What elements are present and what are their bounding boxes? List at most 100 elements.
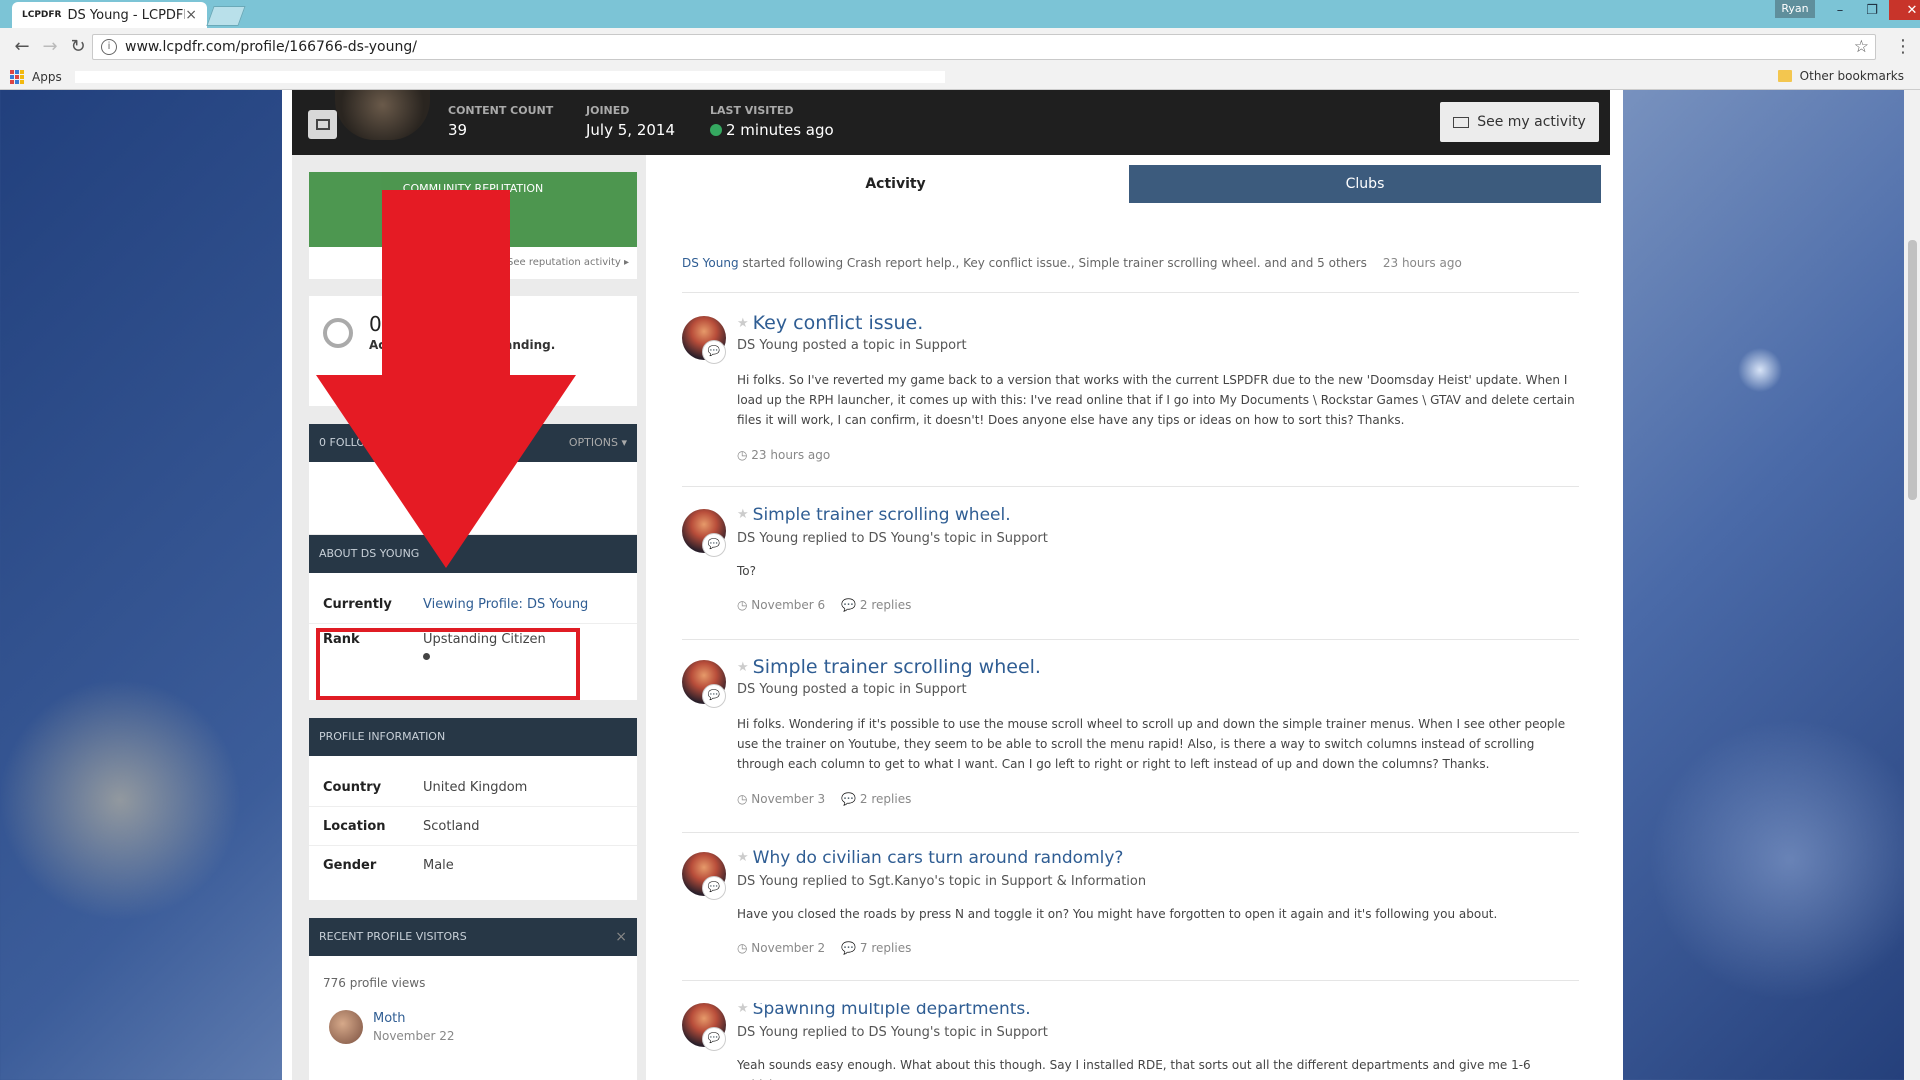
entry-meta: DS Young replied to Sgt.Kanyo's topic in… <box>737 874 1147 889</box>
back-arrow-icon[interactable]: ← <box>8 36 36 57</box>
entry-meta: DS Young replied to DS Young's topic in … <box>737 1025 1048 1040</box>
url-text: www.lcpdfr.com/profile/166766-ds-young/ <box>125 39 417 55</box>
followers-options-button[interactable]: OPTIONS ▾ <box>569 424 627 462</box>
divider <box>682 486 1579 487</box>
last-visited-value: 2 minutes ago <box>710 121 834 139</box>
recent-visitors-title: RECENT PROFILE VISITORS <box>319 930 467 943</box>
content-count-value: 39 <box>448 121 468 139</box>
browser-titlebar: LCPDFR DS Young - LCPDFR.com × Ryan – ❐ … <box>0 0 1920 28</box>
summary-user-link[interactable]: DS Young <box>682 256 739 270</box>
entry-body: Hi folks. Wondering if it's possible to … <box>737 717 1566 771</box>
browser-menu-icon[interactable]: ⋮ <box>1894 36 1912 57</box>
entry-date: ◷ November 6 <box>737 598 826 612</box>
window-controls: – ❐ ✕ <box>1825 0 1920 20</box>
recent-visitors-box: RECENT PROFILE VISITORS × 776 profile vi… <box>309 918 637 1080</box>
minimize-icon[interactable]: – <box>1825 0 1855 20</box>
profile-key: Country <box>323 779 382 795</box>
close-icon[interactable]: × <box>615 918 627 956</box>
entry-title[interactable]: ★ Spawning multiple departments. <box>737 1003 1031 1019</box>
activity-icon <box>1453 116 1470 128</box>
divider <box>682 832 1579 833</box>
entry-body: Have you closed the roads by press N and… <box>737 907 1498 921</box>
entry-title[interactable]: ★ Why do civilian cars turn around random… <box>737 848 1123 868</box>
entry-title[interactable]: ★ Key conflict issue. <box>737 312 923 334</box>
new-tab-button[interactable] <box>206 6 246 26</box>
entry-title-text[interactable]: Spawning multiple departments. <box>753 1003 1031 1019</box>
other-bookmarks[interactable]: Other bookmarks <box>1777 69 1904 83</box>
site-info-icon[interactable]: i <box>101 39 117 55</box>
last-visited-text: 2 minutes ago <box>726 121 834 139</box>
visitor-item[interactable]: Moth November 22 <box>329 1010 637 1044</box>
content-count-stat: CONTENT COUNT 39 <box>448 104 553 139</box>
bookmarks-bar: Apps Other bookmarks <box>0 64 1920 90</box>
comment-bubble-icon: 💬 <box>702 533 726 557</box>
reload-icon[interactable]: ↻ <box>64 36 92 57</box>
profile-row-gender: Gender Male <box>309 846 637 885</box>
address-bar[interactable]: i www.lcpdfr.com/profile/166766-ds-young… <box>92 34 1876 60</box>
bookmark-star-icon[interactable]: ☆ <box>1854 37 1869 57</box>
browser-tab-active[interactable]: LCPDFR DS Young - LCPDFR.com × <box>12 2 207 28</box>
about-key: Currently <box>323 596 392 612</box>
restore-icon[interactable]: ❐ <box>1857 0 1887 20</box>
activity-entry: 💬 ★ Simple trainer scrolling wheel. DS Yo… <box>682 656 1582 820</box>
joined-stat: JOINED July 5, 2014 <box>586 104 675 139</box>
profile-tabs: Activity Clubs <box>662 165 1601 203</box>
tab-title: DS Young - LCPDFR.com <box>67 7 186 23</box>
other-bookmarks-label: Other bookmarks <box>1799 69 1904 83</box>
tab-close-icon[interactable]: × <box>185 7 197 23</box>
star-icon: ★ <box>737 507 749 522</box>
page-scrollbar[interactable] <box>1904 90 1920 1080</box>
comment-bubble-icon: 💬 <box>702 684 726 708</box>
entry-replies: 💬 7 replies <box>841 941 912 955</box>
entry-title-text[interactable]: Why do civilian cars turn around randoml… <box>753 848 1124 868</box>
forward-arrow-icon[interactable]: → <box>36 36 64 57</box>
scroll-thumb[interactable] <box>1908 240 1917 500</box>
visitor-date: November 22 <box>373 1029 455 1043</box>
tab-clubs[interactable]: Clubs <box>1129 165 1601 203</box>
entry-title-text[interactable]: Simple trainer scrolling wheel. <box>753 656 1041 678</box>
entry-date: ◷ November 3 <box>737 792 826 806</box>
summary-text: started following Crash report help., Ke… <box>738 256 1367 270</box>
entry-footer: ◷ November 6 💬 2 replies <box>737 598 927 612</box>
entry-title[interactable]: ★ Simple trainer scrolling wheel. <box>737 656 1041 678</box>
close-window-icon[interactable]: ✕ <box>1889 0 1920 20</box>
star-icon: ★ <box>737 316 749 331</box>
activity-entry: 💬 ★ Key conflict issue. DS Young posted a… <box>682 312 1582 476</box>
image-icon <box>315 119 330 130</box>
divider <box>682 980 1579 981</box>
visitor-name[interactable]: Moth <box>373 1011 455 1026</box>
entry-footer: ◷ November 3 💬 2 replies <box>737 792 927 806</box>
change-cover-photo-button[interactable] <box>308 110 337 139</box>
entry-title-text[interactable]: Key conflict issue. <box>753 312 924 334</box>
visitor-avatar[interactable] <box>329 1010 363 1044</box>
content-count-label: CONTENT COUNT <box>448 104 554 117</box>
tab-activity[interactable]: Activity <box>662 165 1129 203</box>
apps-bookmark[interactable]: Apps <box>32 70 62 84</box>
profile-information-header: PROFILE INFORMATION <box>309 718 637 756</box>
last-visited-stat: LAST VISITED 2 minutes ago <box>710 104 834 139</box>
activity-summary: DS Young started following Crash report … <box>682 256 1462 270</box>
online-status-icon <box>710 124 722 136</box>
profile-badge[interactable]: Ryan <box>1775 0 1815 18</box>
profile-key: Location <box>323 818 386 834</box>
entry-title[interactable]: ★ Simple trainer scrolling wheel. <box>737 505 1011 525</box>
entry-body: Hi folks. So I've reverted my game back … <box>737 373 1575 427</box>
entry-title-text[interactable]: Simple trainer scrolling wheel. <box>753 505 1011 525</box>
site-favicon-icon: LCPDFR <box>22 10 62 20</box>
see-my-activity-label: See my activity <box>1477 114 1586 130</box>
entry-meta: DS Young replied to DS Young's topic in … <box>737 531 1048 546</box>
last-visited-label: LAST VISITED <box>710 104 794 117</box>
divider <box>682 639 1579 640</box>
divider <box>682 292 1579 293</box>
rank-highlight-box <box>316 628 580 700</box>
bookmarks-strip <box>75 71 945 83</box>
profile-value: Male <box>423 858 454 873</box>
joined-value: July 5, 2014 <box>586 121 675 139</box>
comment-bubble-icon: 💬 <box>702 876 726 900</box>
about-value-link[interactable]: Viewing Profile: DS Young <box>423 597 588 612</box>
entry-body: To? <box>737 564 757 578</box>
summary-time: 23 hours ago <box>1382 256 1462 270</box>
recent-visitors-header: RECENT PROFILE VISITORS × <box>309 918 637 956</box>
see-my-activity-button[interactable]: See my activity <box>1440 102 1599 142</box>
apps-grid-icon[interactable] <box>10 69 24 84</box>
